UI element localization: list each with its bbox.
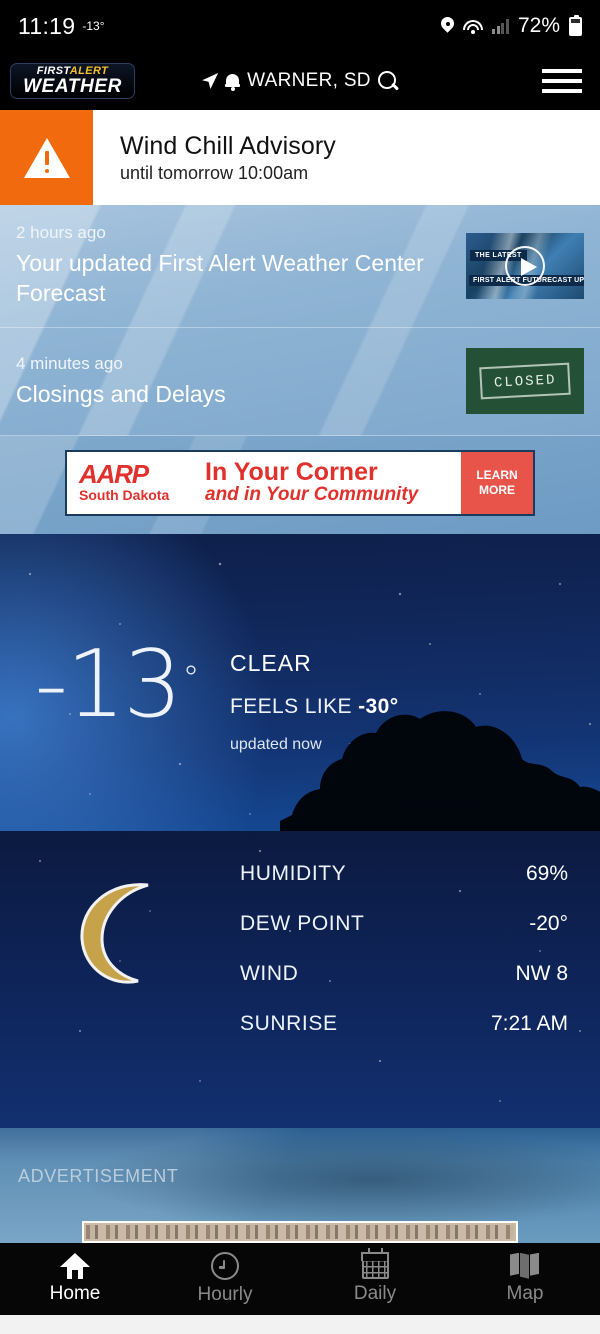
footer-ad-slot[interactable] (82, 1220, 518, 1243)
wifi-icon (463, 19, 484, 34)
news-headline: Closings and Delays (16, 380, 226, 407)
status-bar-temp: -13° (82, 18, 105, 33)
details-rows: HUMIDITY 69% DEW POINT -20° WIND NW 8 SU… (240, 849, 568, 1049)
news-image-thumbnail[interactable]: CLOSED (466, 348, 584, 415)
tab-label: Daily (353, 1282, 397, 1304)
news-headline: Your updated First Alert Weather Center … (16, 250, 424, 307)
closed-stamp: CLOSED (479, 362, 571, 400)
alert-icon-container (0, 110, 93, 205)
feels-like: FEELS LIKE -30° (230, 694, 399, 718)
alert-text: Wind Chill Advisory until tomorrow 10:00… (93, 110, 336, 205)
tab-map[interactable]: Map (450, 1252, 600, 1305)
tab-label: Home (49, 1282, 101, 1304)
search-icon[interactable] (377, 71, 398, 91)
news-item-text: 4 minutes ago Closings and Delays (16, 354, 454, 409)
logo-bottom-text: WEATHER (23, 76, 122, 97)
first-alert-weather-logo[interactable]: FIRSTALERT WEATHER (10, 63, 135, 99)
warning-triangle-icon (23, 137, 70, 178)
weather-details-panel: HUMIDITY 69% DEW POINT -20° WIND NW 8 SU… (0, 830, 600, 1128)
current-conditions-panel[interactable]: -13° CLEAR FEELS LIKE -30° updated now (0, 533, 600, 831)
detail-row-humidity: HUMIDITY 69% (240, 849, 568, 899)
ad-learn-more-button[interactable]: LEARN MORE (461, 451, 533, 514)
detail-value: NW 8 (515, 961, 569, 985)
tab-label: Map (506, 1282, 544, 1304)
news-item-text: 2 hours ago Your updated First Alert Wea… (16, 223, 454, 309)
home-icon (60, 1253, 90, 1279)
system-status-bar: 11:19 -13° 72% (0, 0, 600, 52)
news-item-video[interactable]: 2 hours ago Your updated First Alert Wea… (0, 205, 600, 328)
alert-title: Wind Chill Advisory (120, 131, 336, 160)
tab-home[interactable]: Home (0, 1253, 150, 1305)
detail-label: WIND (240, 961, 299, 985)
advertisement-label: ADVERTISEMENT (18, 1165, 179, 1186)
tab-label: Hourly (197, 1283, 253, 1305)
detail-value: 7:21 AM (490, 1011, 568, 1035)
weather-alert-banner[interactable]: Wind Chill Advisory until tomorrow 10:00… (0, 110, 600, 205)
news-timestamp: 4 minutes ago (16, 353, 123, 373)
hamburger-menu-icon[interactable] (542, 69, 582, 93)
advertisement-footer: ADVERTISEMENT (0, 1127, 600, 1243)
bell-icon[interactable] (225, 73, 241, 91)
navigation-arrow-icon[interactable] (202, 73, 219, 89)
ad-cta-line2: MORE (479, 482, 515, 497)
ad-brand-sub: South Dakota (79, 487, 170, 504)
updated-label: updated now (230, 735, 322, 753)
news-item-closings[interactable]: 4 minutes ago Closings and Delays CLOSED (0, 328, 600, 436)
ad-subheadline: and in Your Community (205, 484, 419, 506)
detail-row-sunrise: SUNRISE 7:21 AM (240, 999, 568, 1049)
news-list: 2 hours ago Your updated First Alert Wea… (0, 205, 600, 436)
detail-value: -20° (529, 911, 568, 935)
news-timestamp: 2 hours ago (16, 223, 106, 242)
ad-cta-line1: LEARN (476, 467, 518, 482)
news-video-thumbnail[interactable]: THE LATEST FIRST ALERT FUTURECAST UPDATE (466, 232, 584, 299)
tab-hourly[interactable]: Hourly (150, 1251, 300, 1306)
crescent-moon-icon (62, 869, 182, 989)
closed-stamp-text: CLOSED (493, 372, 557, 392)
current-info: CLEAR FEELS LIKE -30° updated now (230, 644, 399, 754)
status-bar-left: 11:19 -13° (18, 13, 105, 40)
current-temperature: -13° (34, 629, 200, 738)
bottom-tab-bar: Home Hourly Daily Map (0, 1242, 600, 1315)
app-header: FIRSTALERT WEATHER WARNER, SD (0, 52, 600, 110)
location-pin-icon (441, 17, 454, 35)
battery-icon (569, 14, 582, 36)
battery-percent: 72% (517, 14, 560, 37)
status-bar-right: 72% (441, 14, 582, 38)
ad-brand: AARP South Dakota (67, 452, 205, 514)
current-readout: -13° CLEAR FEELS LIKE -30° updated now (0, 629, 399, 754)
app-screen: 11:19 -13° 72% FIRSTALERT WEATHER WARNER… (0, 0, 600, 1334)
signal-icon (492, 18, 509, 34)
ad-headline: In Your Corner (205, 458, 378, 487)
clock: 11:19 (18, 12, 76, 39)
play-icon[interactable] (505, 245, 545, 286)
current-location-label[interactable]: WARNER, SD (247, 70, 371, 92)
alert-subtitle: until tomorrow 10:00am (120, 162, 309, 183)
map-icon (510, 1252, 540, 1279)
current-condition: CLEAR (230, 649, 312, 676)
ad-copy: In Your Corner and in Your Community (205, 452, 461, 514)
detail-label: HUMIDITY (240, 861, 347, 885)
aarp-ad-banner[interactable]: AARP South Dakota In Your Corner and in … (65, 449, 535, 516)
detail-row-dew-point: DEW POINT -20° (240, 899, 568, 949)
calendar-icon (361, 1247, 389, 1279)
clock-icon (211, 1251, 239, 1280)
ad-brand-name: AARP (79, 459, 149, 490)
detail-label: SUNRISE (240, 1011, 338, 1035)
ad-banner-zone: AARP South Dakota In Your Corner and in … (0, 435, 600, 534)
detail-label: DEW POINT (240, 911, 365, 935)
android-navigation-bar (0, 1314, 600, 1334)
detail-value: 69% (525, 861, 568, 885)
tab-daily[interactable]: Daily (300, 1247, 450, 1305)
detail-row-wind: WIND NW 8 (240, 949, 568, 999)
